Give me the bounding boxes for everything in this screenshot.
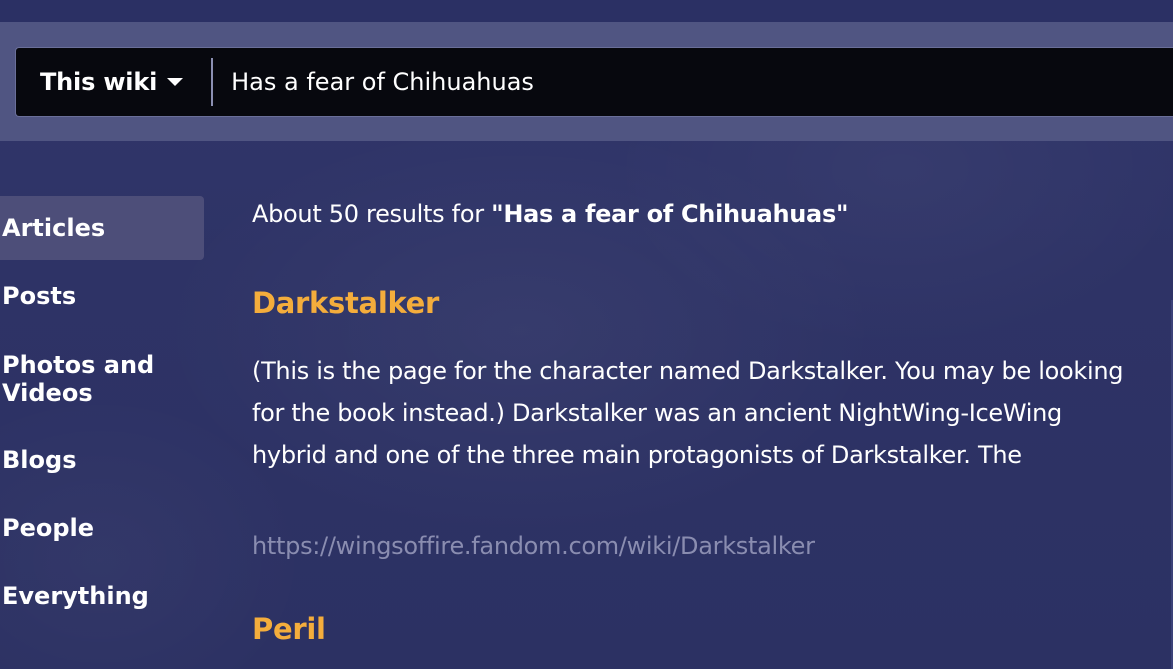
- sidebar-item-posts[interactable]: Posts: [0, 282, 76, 310]
- result-url[interactable]: https://wingsoffire.fandom.com/wiki/Dark…: [252, 530, 815, 562]
- results-summary: About 50 results for "Has a fear of Chih…: [252, 198, 848, 230]
- sidebar-item-people[interactable]: People: [0, 514, 94, 542]
- result-title-peril[interactable]: Peril: [252, 612, 326, 646]
- result-snippet: (This is the page for the character name…: [252, 357, 1124, 469]
- search-bar: This wiki: [15, 47, 1173, 117]
- sidebar-item-articles[interactable]: Articles: [0, 196, 204, 260]
- sidebar-item-photos-and-videos[interactable]: Photos and Videos: [0, 351, 200, 407]
- search-scope-dropdown[interactable]: This wiki: [16, 48, 211, 116]
- result-title-darkstalker[interactable]: Darkstalker: [252, 286, 439, 320]
- results-summary-query: "Has a fear of Chihuahuas": [491, 200, 849, 228]
- search-input[interactable]: [213, 47, 1173, 117]
- caret-down-icon: [167, 78, 184, 86]
- top-strip: [0, 0, 1173, 22]
- results-summary-prefix: About 50 results for: [252, 200, 492, 228]
- sidebar-item-blogs[interactable]: Blogs: [0, 446, 76, 474]
- search-type-sidebar: Articles Posts Photos and Videos Blogs P…: [0, 196, 204, 610]
- sidebar-item-everything[interactable]: Everything: [0, 582, 149, 610]
- search-scope-label: This wiki: [40, 68, 158, 96]
